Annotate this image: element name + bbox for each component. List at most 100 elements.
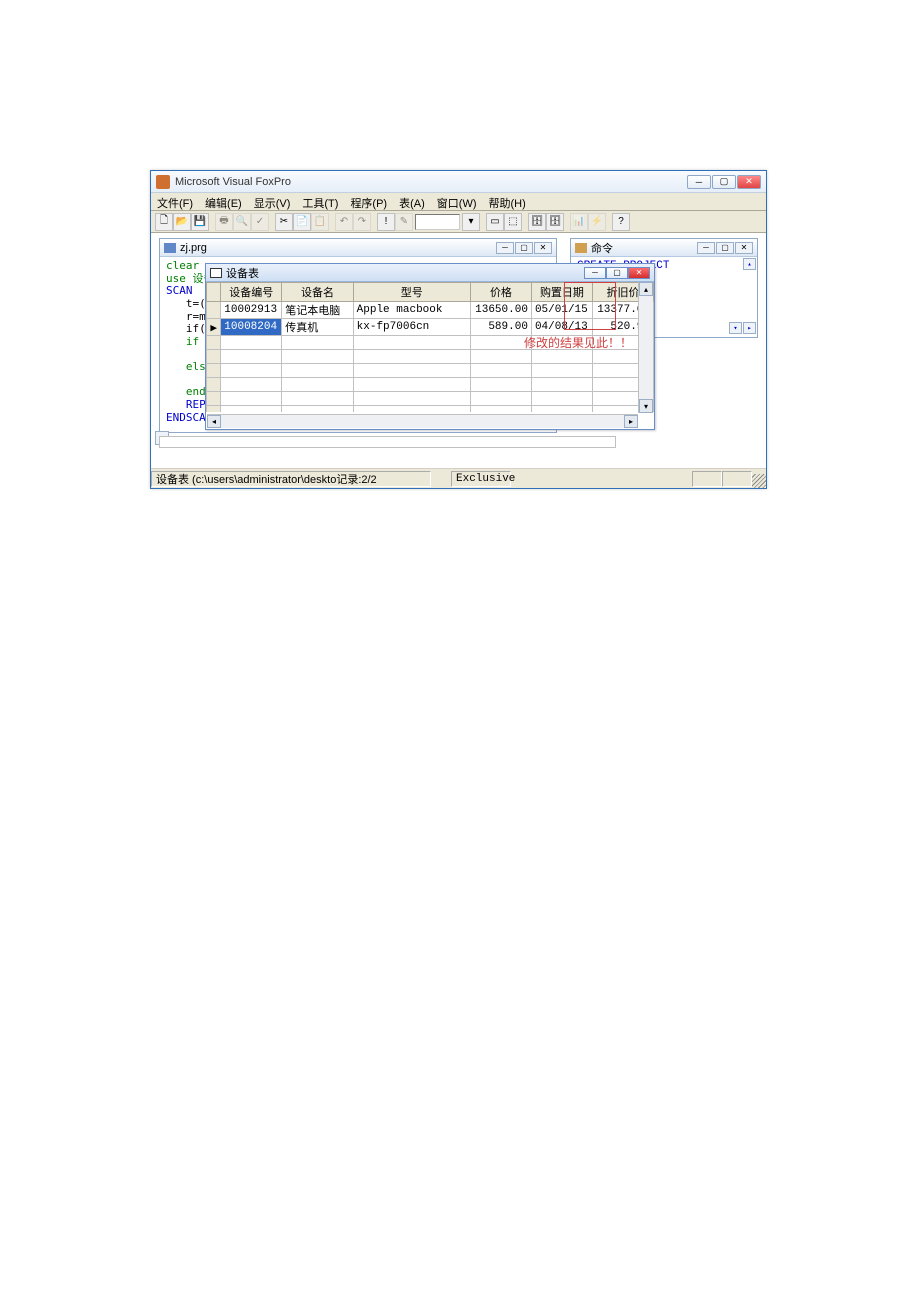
col-header[interactable]: 价格	[470, 283, 531, 302]
menubar: 文件(F) 编辑(E) 显示(V) 工具(T) 程序(P) 表(A) 窗口(W)…	[151, 193, 766, 211]
statusbar: 设备表 (c:\users\administrator\deskto记录:2/2…	[151, 468, 766, 488]
new-icon[interactable]: 🗋	[155, 213, 173, 231]
menu-window[interactable]: 窗口(W)	[431, 194, 483, 209]
table-row[interactable]: ▶ 10008204 传真机 kx-fp7006cn 589.00 04/08/…	[207, 319, 654, 336]
table-row[interactable]	[207, 406, 654, 413]
report-icon[interactable]: 📊	[570, 213, 588, 231]
toolbar: 🗋 📂 💾 🖶 🔍 ✓ ✂ 📄 📋 ↶ ↷ ! ✎ ▾ ▭ ⬚ 🗄 🗄	[151, 211, 766, 233]
table-row[interactable]	[207, 364, 654, 378]
run-icon[interactable]: !	[377, 213, 395, 231]
autoform-icon[interactable]: ⬚	[504, 213, 522, 231]
cell-model[interactable]: kx-fp7006cn	[353, 319, 470, 336]
redo-icon[interactable]: ↷	[353, 213, 371, 231]
cell-name[interactable]: 传真机	[282, 319, 353, 336]
cmd-close-button[interactable]: ✕	[735, 242, 753, 254]
table-row[interactable]	[207, 378, 654, 392]
paste-icon[interactable]: 📋	[311, 213, 329, 231]
cmd-scroll-right-icon[interactable]: ▸	[743, 322, 756, 334]
undo-icon[interactable]: ↶	[335, 213, 353, 231]
scroll-track[interactable]	[639, 296, 653, 399]
table-vscroll[interactable]: ▴ ▾	[638, 282, 653, 413]
row-marker-header	[207, 283, 221, 302]
code-maximize-button[interactable]: ▢	[515, 242, 533, 254]
grid-wrap: 设备编号 设备名 型号 价格 购置日期 折旧价 10002913 笔记本电脑 A…	[206, 282, 654, 412]
scroll-right-icon[interactable]: ▸	[624, 415, 638, 428]
modify-icon[interactable]: ✎	[395, 213, 413, 231]
help-icon[interactable]: ?	[612, 213, 630, 231]
cmd-scroll-down-icon[interactable]: ▾	[729, 322, 742, 334]
db-icon[interactable]: 🗄	[528, 213, 546, 231]
table-row[interactable]: 10002913 笔记本电脑 Apple macbook 13650.00 05…	[207, 302, 654, 319]
table-icon	[210, 268, 222, 278]
title-text: Microsoft Visual FoxPro	[175, 176, 687, 188]
menu-program[interactable]: 程序(P)	[344, 194, 393, 209]
menu-view[interactable]: 显示(V)	[248, 194, 297, 209]
minimize-button[interactable]: ─	[687, 175, 711, 189]
code-title: zj.prg	[180, 242, 496, 254]
cell-date[interactable]: 05/01/15	[531, 302, 592, 319]
window-controls: ─ ▢ ✕	[687, 175, 761, 189]
command-titlebar[interactable]: 命令 ─ ▢ ✕	[571, 239, 757, 257]
cmd-scroll-up-icon[interactable]: ▴	[743, 258, 756, 270]
command-icon	[575, 243, 587, 253]
close-button[interactable]: ✕	[737, 175, 761, 189]
titlebar[interactable]: Microsoft Visual FoxPro ─ ▢ ✕	[151, 171, 766, 193]
save-icon[interactable]: 💾	[191, 213, 209, 231]
cmd-maximize-button[interactable]: ▢	[716, 242, 734, 254]
cmd-minimize-button[interactable]: ─	[697, 242, 715, 254]
app-icon	[156, 175, 170, 189]
cell-price[interactable]: 589.00	[470, 319, 531, 336]
table-titlebar[interactable]: 设备表 ─ ▢ ✕	[206, 264, 654, 282]
code-line	[166, 347, 173, 360]
combo-drop-icon[interactable]: ▾	[462, 213, 480, 231]
open-icon[interactable]: 📂	[173, 213, 191, 231]
menu-table[interactable]: 表(A)	[393, 194, 431, 209]
copy-icon[interactable]: 📄	[293, 213, 311, 231]
scroll-track[interactable]	[221, 415, 624, 428]
table-maximize-button[interactable]: ▢	[606, 267, 628, 279]
cell-id[interactable]: 10008204	[221, 319, 282, 336]
cell-model[interactable]: Apple macbook	[353, 302, 470, 319]
col-header[interactable]: 设备编号	[221, 283, 282, 302]
menu-help[interactable]: 帮助(H)	[483, 194, 532, 209]
status-path: 设备表 (c:\users\administrator\deskto记录:2/2	[151, 471, 431, 487]
cell-price[interactable]: 13650.00	[470, 302, 531, 319]
bottom-strip	[159, 436, 616, 448]
menu-file[interactable]: 文件(F)	[151, 194, 199, 209]
db2-icon[interactable]: 🗄	[546, 213, 564, 231]
table-hscroll[interactable]: ◂ ▸	[207, 414, 638, 428]
cut-icon[interactable]: ✂	[275, 213, 293, 231]
database-combo[interactable]	[415, 214, 460, 230]
code-titlebar[interactable]: zj.prg ─ ▢ ✕	[160, 239, 556, 257]
header-row: 设备编号 设备名 型号 价格 购置日期 折旧价	[207, 283, 654, 302]
cell-name[interactable]: 笔记本电脑	[282, 302, 353, 319]
table-minimize-button[interactable]: ─	[584, 267, 606, 279]
table-window[interactable]: 设备表 ─ ▢ ✕ 设备编号 设备名 型号 价格	[205, 263, 655, 430]
spell-icon[interactable]: ✓	[251, 213, 269, 231]
scroll-down-icon[interactable]: ▾	[639, 399, 653, 413]
menu-edit[interactable]: 编辑(E)	[199, 194, 248, 209]
form-icon[interactable]: ▭	[486, 213, 504, 231]
resize-grip-icon[interactable]	[752, 474, 766, 488]
col-header[interactable]: 购置日期	[531, 283, 592, 302]
print-icon[interactable]: 🖶	[215, 213, 233, 231]
col-header[interactable]: 型号	[353, 283, 470, 302]
code-minimize-button[interactable]: ─	[496, 242, 514, 254]
preview-icon[interactable]: 🔍	[233, 213, 251, 231]
table-close-button[interactable]: ✕	[628, 267, 650, 279]
col-header[interactable]: 设备名	[282, 283, 353, 302]
maximize-button[interactable]: ▢	[712, 175, 736, 189]
code-close-button[interactable]: ✕	[534, 242, 552, 254]
status-mode: Exclusive	[451, 471, 511, 487]
wizard-icon[interactable]: ⚡	[588, 213, 606, 231]
status-pane	[722, 471, 752, 487]
cell-id[interactable]: 10002913	[221, 302, 282, 319]
menu-tools[interactable]: 工具(T)	[296, 194, 344, 209]
table-row[interactable]	[207, 350, 654, 364]
command-title: 命令	[591, 240, 697, 256]
table-row[interactable]	[207, 392, 654, 406]
scroll-left-icon[interactable]: ◂	[207, 415, 221, 428]
cell-date[interactable]: 04/08/13	[531, 319, 592, 336]
scroll-up-icon[interactable]: ▴	[639, 282, 653, 296]
table-title: 设备表	[226, 265, 584, 281]
